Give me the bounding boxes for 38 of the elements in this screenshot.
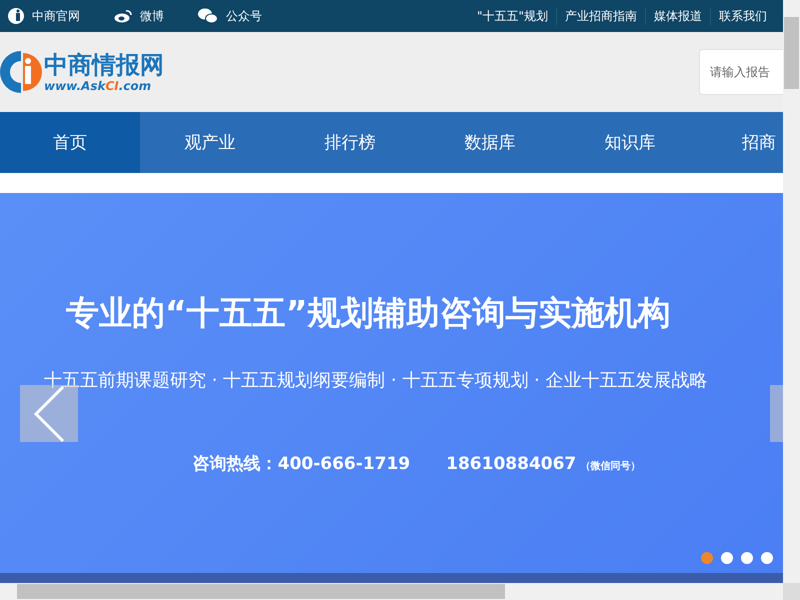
scrollbar-thumb[interactable]: [784, 17, 799, 89]
wechat-note: （微信同号）: [580, 460, 640, 473]
mobile-number: 18610884067: [446, 454, 576, 474]
weibo-icon: [114, 9, 132, 23]
nav-tab[interactable]: 观产业: [140, 112, 280, 173]
top-link[interactable]: 公众号: [198, 8, 262, 24]
scrollbar-thumb[interactable]: [17, 584, 505, 599]
top-link[interactable]: 微博: [114, 8, 164, 24]
top-link[interactable]: "十五五"规划: [468, 8, 556, 24]
logo-name: 中商情报网: [44, 51, 164, 79]
link-label: 公众号: [226, 8, 262, 24]
nav-tab[interactable]: 数据库: [420, 112, 560, 173]
wechat-icon: [198, 8, 218, 24]
top-link[interactable]: 媒体报道: [645, 8, 710, 24]
pagination-dot[interactable]: [741, 552, 753, 564]
nav-tab[interactable]: 首页: [0, 112, 140, 173]
top-link[interactable]: 联系我们: [710, 8, 775, 24]
logo-icon: [8, 8, 24, 24]
pagination-dot[interactable]: [701, 552, 713, 564]
horizontal-scrollbar[interactable]: [0, 583, 783, 600]
pagination-dot[interactable]: [761, 552, 773, 564]
vertical-scrollbar[interactable]: [783, 0, 800, 583]
search-field[interactable]: 请输入报告: [699, 49, 783, 95]
top-link[interactable]: 中商官网: [8, 8, 80, 24]
link-label: 微博: [140, 8, 164, 24]
banner-title: 专业的“十五五”规划辅助咨询与实施机构: [65, 292, 670, 334]
link-label: 中商官网: [32, 8, 80, 24]
nav-tab[interactable]: 招商: [700, 112, 776, 173]
scrollbar-corner: [783, 583, 800, 600]
next-button[interactable]: [770, 385, 783, 442]
logo-url: www.AskCI.com: [44, 79, 152, 93]
nav-tab[interactable]: 知识库: [560, 112, 700, 173]
pagination-dot[interactable]: [721, 552, 733, 564]
hotline-text: 咨询热线：400-666-1719: [192, 453, 410, 475]
banner-subtitle: 十五五前期课题研究 · 十五五规划纲要编制 · 十五五专项规划 · 企业十五五发展战略: [43, 369, 708, 392]
top-link[interactable]: 产业招商指南: [556, 8, 645, 24]
nav-tab[interactable]: 排行榜: [280, 112, 420, 173]
logo-icon: [0, 51, 42, 93]
